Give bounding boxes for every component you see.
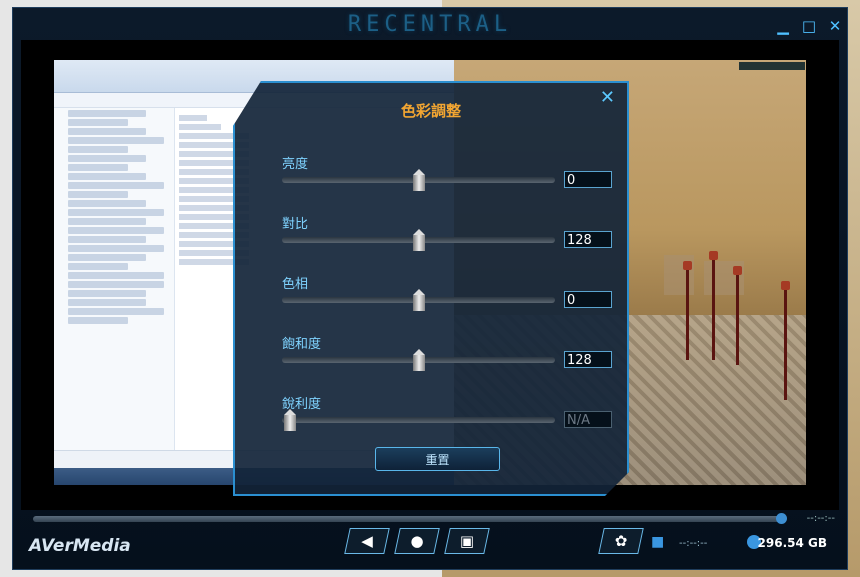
hue-value[interactable]: 0	[564, 291, 612, 308]
sharpness-slider-thumb[interactable]	[284, 409, 296, 431]
reset-button[interactable]: 重置	[375, 447, 500, 471]
color-adjust-button[interactable]: ✿	[598, 528, 644, 554]
total-time: --:--:--	[806, 513, 835, 524]
record-button[interactable]: ●	[394, 528, 440, 554]
maximize-icon[interactable]: □	[800, 17, 818, 35]
brand-logo: AVerMedia	[29, 536, 131, 556]
seek-knob[interactable]	[776, 513, 787, 524]
saturation-label: 飽和度	[282, 337, 322, 352]
hue-row: 色相 0	[282, 273, 617, 315]
sharpness-value: N/A	[564, 411, 612, 428]
dialog-title: 色彩調整	[400, 102, 461, 120]
color-adjust-dialog: 色彩調整 ✕ 亮度 0 對比 128 色相 0 飽和度 128 銳利度 N/A …	[233, 81, 629, 496]
snapshot-button[interactable]: ▣	[444, 528, 490, 554]
saturation-row: 飽和度 128	[282, 333, 617, 375]
brightness-row: 亮度 0	[282, 153, 617, 195]
volume-button[interactable]: ◀	[344, 528, 390, 554]
close-icon[interactable]: ✕	[600, 87, 615, 108]
record-camera-icon: ■	[651, 534, 665, 550]
minimize-icon[interactable]: ▁	[774, 17, 792, 35]
record-time: --:--:--	[679, 538, 708, 549]
brightness-value[interactable]: 0	[564, 171, 612, 188]
sharpness-row: 銳利度 N/A	[282, 393, 617, 435]
app-title: RECENTRAL	[347, 12, 513, 37]
contrast-label: 對比	[282, 217, 309, 232]
contrast-row: 對比 128	[282, 213, 617, 255]
brightness-label: 亮度	[282, 157, 309, 172]
contrast-value[interactable]: 128	[564, 231, 612, 248]
saturation-value[interactable]: 128	[564, 351, 612, 368]
hue-slider-thumb[interactable]	[413, 289, 425, 311]
saturation-slider-thumb[interactable]	[413, 349, 425, 371]
sharpness-slider[interactable]	[282, 417, 555, 423]
palette-icon: ✿	[614, 532, 628, 550]
hue-label: 色相	[282, 277, 309, 292]
speaker-icon: ◀	[361, 532, 373, 550]
camera-icon: ▣	[459, 532, 475, 550]
seek-bar[interactable]	[33, 516, 781, 522]
record-icon: ●	[410, 532, 424, 550]
contrast-slider-thumb[interactable]	[413, 229, 425, 251]
disk-free-space: 296.54 GB	[757, 536, 827, 550]
brightness-slider-thumb[interactable]	[413, 169, 425, 191]
close-icon[interactable]: ✕	[826, 17, 844, 35]
